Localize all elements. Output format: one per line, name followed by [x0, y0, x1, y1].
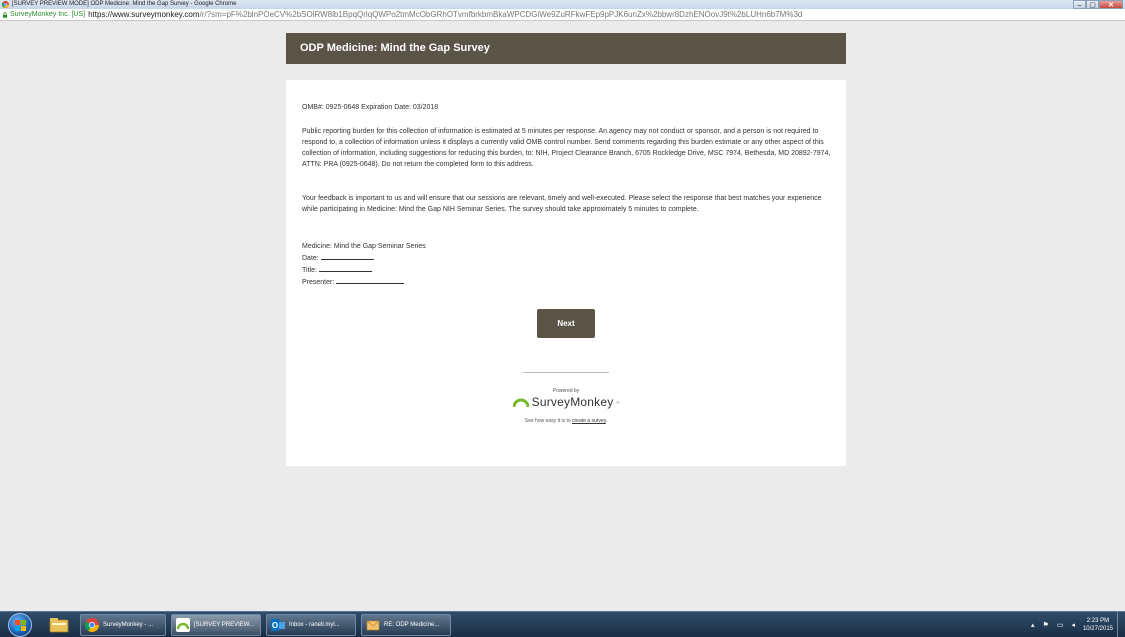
window-controls: – ▢ ✕ [1073, 0, 1123, 9]
see-how-prefix: See how easy it is to [524, 418, 573, 424]
omb-text: OMB#: 0925-0648 Expiration Date: 03/2018 [302, 104, 439, 111]
seminar-info: Medicine: Mind the Gap Seminar Series Da… [302, 241, 602, 288]
maximize-button[interactable]: ▢ [1086, 0, 1099, 9]
next-button[interactable]: Next [537, 309, 595, 338]
ev-name: SurveyMonkey Inc. [US] [10, 11, 86, 18]
presenter-label: Presenter: [302, 279, 335, 286]
title-blank [318, 264, 372, 272]
footer-divider [523, 372, 609, 373]
show-hidden-icons-icon[interactable]: ▴ [1031, 621, 1035, 629]
presenter-blank [336, 276, 405, 284]
surveymonkey-icon [176, 618, 190, 632]
chrome-logo-icon [2, 1, 9, 8]
taskbar-item-surveymonkey[interactable]: SurveyMonkey - ... [80, 614, 166, 636]
close-button[interactable]: ✕ [1099, 0, 1123, 9]
presenter-line: Presenter: [302, 276, 602, 288]
envelope-icon [366, 620, 380, 631]
date-label: Date: [302, 255, 319, 262]
see-how-text: See how easy it is to create a survey. [286, 416, 846, 427]
taskbar-item-label: RE: ODP Medicine... [384, 622, 440, 628]
taskbar-item-label: SurveyMonkey - ... [103, 622, 154, 628]
taskbar-item-outlook-inbox[interactable]: O Inbox - ranell.myl... [266, 614, 356, 636]
taskbar-item-survey-preview[interactable]: [SURVEY PREVIEW... [171, 614, 261, 636]
action-center-flag-icon[interactable]: ⚑ [1043, 621, 1049, 629]
windows-flag-icon [15, 620, 26, 631]
title-line: Title: [302, 264, 602, 276]
outlook-icon: O [271, 619, 285, 631]
system-tray: ▴ ⚑ ▭ ◂ 2:23 PM 10/27/2015 [1031, 612, 1113, 637]
page-content: ODP Medicine: Mind the Gap Survey OMB#: … [0, 22, 1125, 611]
start-button[interactable] [8, 613, 32, 637]
clock[interactable]: 2:23 PM 10/27/2015 [1083, 617, 1113, 633]
ev-certificate-badge[interactable]: SurveyMonkey Inc. [US] [2, 11, 85, 18]
taskbar-item-mail-message[interactable]: RE: ODP Medicine... [361, 614, 451, 636]
create-survey-link[interactable]: create a survey [572, 418, 606, 424]
file-explorer-icon[interactable] [46, 614, 72, 636]
surveymonkey-logo-icon [512, 398, 529, 407]
show-desktop-button[interactable] [1117, 612, 1125, 637]
network-icon[interactable]: ▭ [1057, 621, 1064, 629]
surveymonkey-logo[interactable]: SurveyMonkey ® [286, 395, 846, 409]
url-host: https://www.surveymonkey.com [88, 10, 200, 19]
taskbar-item-label: [SURVEY PREVIEW... [194, 622, 255, 628]
clock-date: 10/27/2015 [1082, 626, 1113, 632]
feedback-intro: Your feedback is important to us and wil… [302, 195, 822, 213]
burden-statement: Public reporting burden for this collect… [302, 128, 831, 168]
volume-icon[interactable]: ◂ [1071, 621, 1075, 629]
taskbar: SurveyMonkey - ... [SURVEY PREVIEW... O … [0, 611, 1125, 637]
series-title: Medicine: Mind the Gap Seminar Series [302, 243, 426, 250]
date-line: Date: [302, 252, 602, 264]
window-title-bar: [SURVEY PREVIEW MODE] ODP Medicine: Mind… [0, 0, 1125, 9]
chrome-icon [85, 618, 99, 632]
trademark-mark: ® [616, 400, 620, 405]
lock-icon [2, 11, 8, 18]
see-how-suffix: . [605, 418, 608, 424]
url-path: /r/?sm=pF%2blnPOeCV%2bSOlRW8lb1BpqQrlqQW… [199, 10, 803, 19]
minimize-button[interactable]: – [1073, 0, 1086, 9]
survey-body: OMB#: 0925-0648 Expiration Date: 03/2018… [286, 80, 846, 466]
survey-title: ODP Medicine: Mind the Gap Survey [286, 33, 846, 64]
clock-time: 2:23 PM [1086, 618, 1110, 624]
date-blank [320, 252, 374, 260]
brand-name: SurveyMonkey [531, 395, 614, 409]
title-label: Title: [302, 267, 317, 274]
svg-text:O: O [272, 621, 278, 630]
taskbar-item-label: Inbox - ranell.myl... [289, 622, 340, 628]
address-bar[interactable]: SurveyMonkey Inc. [US] https://www.surve… [0, 9, 1125, 21]
window-title: [SURVEY PREVIEW MODE] ODP Medicine: Mind… [12, 1, 237, 7]
